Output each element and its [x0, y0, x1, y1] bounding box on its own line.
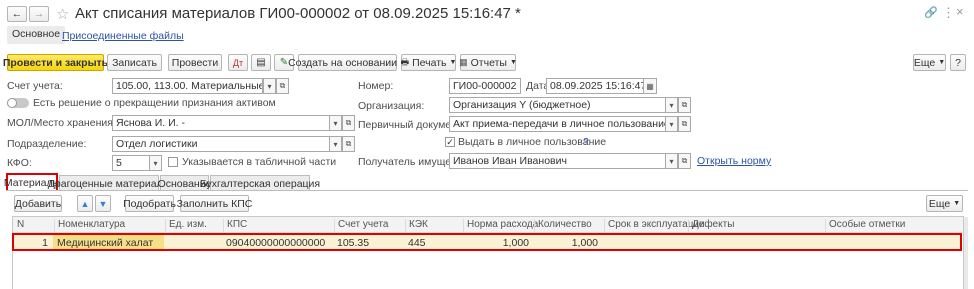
open-icon[interactable]: ⧉ [678, 97, 691, 113]
org-label: Организация: [358, 100, 425, 112]
create-based-label: Создать на основании [288, 56, 397, 69]
favorite-star-icon[interactable]: ☆ [56, 5, 69, 23]
mol-field[interactable]: Яснова И. И. - [112, 115, 335, 131]
post-button[interactable]: Провести [168, 54, 222, 71]
col-account[interactable]: Счет учета [334, 219, 388, 233]
number-field[interactable]: ГИ00-000002 [449, 78, 521, 94]
number-label: Номер: [358, 80, 394, 92]
create-based-button[interactable]: Создать на основании▼ [288, 54, 407, 71]
decision-toggle[interactable] [7, 98, 29, 108]
row-qty[interactable]: 1,000 [534, 236, 598, 250]
decision-label: Есть решение о прекращении признания акт… [33, 97, 276, 109]
more-button[interactable]: Еще ▼ [913, 54, 946, 71]
kfo-label: КФО: [7, 157, 32, 169]
print-button[interactable]: 🖶 Печать ▼ [401, 54, 456, 71]
close-icon[interactable]: × [956, 4, 964, 19]
table-more-label: Еще [928, 197, 951, 210]
row-account[interactable]: 105.35 [337, 236, 369, 250]
chevron-down-icon: ▼ [449, 59, 457, 66]
col-defects[interactable]: Дефекты [688, 219, 734, 233]
dropdown-button[interactable]: ▾ [329, 136, 342, 152]
link-icon[interactable]: 🔗 [924, 6, 938, 19]
tab-accounting-operation[interactable]: Бухгалтерская операция [200, 175, 320, 191]
col-nomenclature[interactable]: Номенклатура [54, 219, 125, 233]
tabs-divider [6, 190, 968, 191]
recipient-field[interactable]: Иванов Иван Иванович [449, 153, 671, 169]
org-field[interactable]: Организация Y (бюджетное) [449, 97, 671, 113]
chevron-down-icon: ▼ [953, 200, 961, 207]
more-label: Еще [913, 56, 936, 69]
date-field[interactable]: 08.09.2025 15:16:47 [546, 78, 646, 94]
kfo-table-label: Указывается в табличной части [182, 156, 337, 168]
row-n: 1 [42, 237, 48, 249]
col-n[interactable]: N [14, 219, 24, 233]
dropdown-button[interactable]: ▾ [665, 97, 678, 113]
col-kek[interactable]: КЭК [405, 219, 428, 233]
doc-field[interactable]: Акт приема-передачи в личное пользование… [449, 116, 671, 132]
more-icon[interactable]: ⋮ [942, 5, 955, 21]
printer-icon: 🖶 [400, 56, 410, 67]
personal-use-checkbox[interactable]: ✓ [445, 137, 455, 147]
reports-label: Отчеты [470, 56, 507, 69]
col-notes[interactable]: Особые отметки [825, 219, 905, 233]
dropdown-button[interactable]: ▾ [329, 115, 342, 131]
col-kps[interactable]: КПС [223, 219, 247, 233]
dept-field[interactable]: Отдел логистики [112, 136, 335, 152]
open-norm-link[interactable]: Открыть норму [697, 155, 771, 167]
kfo-table-checkbox[interactable] [168, 157, 178, 167]
forward-button[interactable]: → [29, 6, 49, 22]
save-button[interactable]: Записать [107, 54, 162, 71]
reports-icon: ▦ [459, 57, 468, 67]
row-kps[interactable]: 09040000000000000 [226, 236, 325, 250]
dropdown-button[interactable]: ▾ [665, 116, 678, 132]
account-field[interactable]: 105.00, 113.00. Материальные запасы, Бі [112, 78, 263, 94]
post-and-close-button[interactable]: Провести и закрыть [3, 54, 108, 71]
col-qty[interactable]: Количество [534, 219, 592, 233]
move-up-button[interactable]: ▲ [77, 195, 93, 212]
dropdown-button[interactable]: ▾ [665, 153, 678, 169]
open-icon[interactable]: ⧉ [342, 136, 355, 152]
move-down-button[interactable]: ▼ [95, 195, 111, 212]
tab-attached-files[interactable]: Присоединенные файлы [62, 30, 184, 42]
tab-main[interactable]: Основное [7, 26, 66, 44]
col-norm[interactable]: Норма расхода [463, 219, 538, 233]
open-icon[interactable]: ⧉ [342, 115, 355, 131]
help-button[interactable]: ? [950, 54, 966, 71]
movements-icon[interactable]: Дт [228, 54, 248, 71]
row-norm[interactable]: 1,000 [463, 236, 529, 250]
document-icon[interactable]: ▤ [251, 54, 271, 71]
chevron-down-icon: ▼ [938, 59, 946, 66]
account-label: Счет учета: [7, 80, 63, 92]
chevron-down-icon: ▼ [509, 59, 517, 66]
calendar-icon[interactable]: ▦ [643, 78, 657, 94]
add-button[interactable]: Добавить [14, 195, 62, 212]
open-icon[interactable]: ⧉ [678, 153, 691, 169]
col-unit[interactable]: Ед. изм. [165, 219, 207, 233]
open-icon[interactable]: ⧉ [276, 78, 289, 94]
row-item[interactable]: Медицинский халат [57, 236, 153, 250]
fill-kps-button[interactable]: Заполнить КПС [177, 195, 252, 212]
help-icon[interactable]: ? [583, 136, 589, 148]
reports-button[interactable]: ▦ Отчеты ▼ [459, 54, 517, 71]
dropdown-button[interactable]: ▾ [149, 155, 162, 171]
scrollbar[interactable] [964, 217, 968, 289]
tab-precious-materials[interactable]: Драгоценные материалы [48, 175, 170, 191]
print-label: Печать [412, 56, 447, 69]
row-kek[interactable]: 445 [408, 236, 426, 250]
dropdown-button[interactable]: ▾ [263, 78, 276, 94]
mol-label: МОЛ/Место хранения: [7, 117, 116, 129]
page-title: Акт списания материалов ГИ00-000002 от 0… [75, 5, 521, 22]
toggle-knob [7, 98, 17, 108]
back-button[interactable]: ← [7, 6, 27, 22]
table-more-button[interactable]: Еще ▼ [926, 195, 963, 212]
pick-button[interactable]: Подобрать [123, 195, 176, 212]
dept-label: Подразделение: [7, 138, 87, 150]
open-icon[interactable]: ⧉ [678, 116, 691, 132]
